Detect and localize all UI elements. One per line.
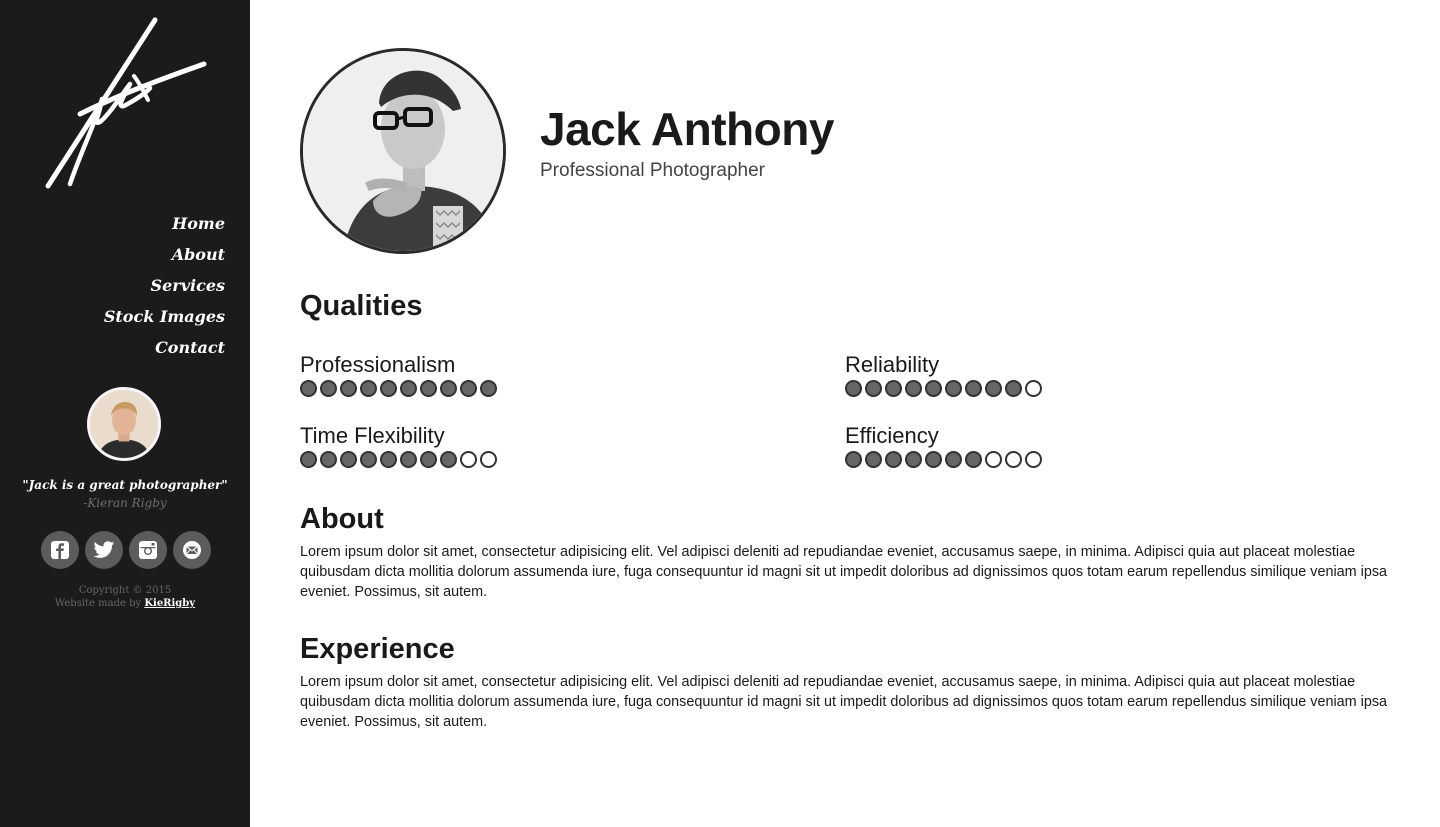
- profile-photo: [300, 48, 506, 254]
- qualities-title: Qualities: [300, 290, 423, 322]
- rating-dot-filled: [480, 380, 497, 397]
- rating-dot-filled: [885, 451, 902, 468]
- instagram-icon: [139, 541, 157, 559]
- footer-copyright: Copyright © 2015 Website made by KieRigb…: [0, 584, 250, 610]
- rating-dot-filled: [420, 451, 437, 468]
- quality-label: Reliability: [845, 352, 940, 377]
- rating-dot-filled: [400, 380, 417, 397]
- testimonial-quote: "Jack is a great photographer": [22, 478, 228, 492]
- profile-tagline: Professional Photographer: [540, 160, 765, 181]
- quality-time-flexibility: Time Flexibility: [300, 423, 497, 468]
- rating-dots: [300, 451, 497, 468]
- rating-dot-filled: [925, 380, 942, 397]
- testimonial-avatar: [87, 387, 161, 461]
- rating-dot-filled: [400, 451, 417, 468]
- rating-dot-filled: [340, 380, 357, 397]
- quality-label: Time Flexibility: [300, 423, 445, 448]
- twitter-icon: [93, 541, 115, 558]
- testimonial-author: -Kieran Rigby: [83, 496, 167, 510]
- experience-text: Lorem ipsum dolor sit amet, consectetur …: [300, 674, 1388, 730]
- rating-dot-filled: [380, 380, 397, 397]
- main-nav: Home About Services Stock Images Contact: [104, 210, 225, 365]
- rating-dot-filled: [360, 451, 377, 468]
- about-text: Lorem ipsum dolor sit amet, consectetur …: [300, 544, 1388, 600]
- rating-dot-filled: [320, 451, 337, 468]
- quality-label: Professionalism: [300, 352, 456, 377]
- rating-dot-filled: [925, 451, 942, 468]
- rating-dot-filled: [865, 380, 882, 397]
- rating-dot-empty: [985, 451, 1002, 468]
- rating-dot-filled: [420, 380, 437, 397]
- author-link[interactable]: KieRigby: [144, 598, 195, 609]
- rating-dot-filled: [320, 380, 337, 397]
- email-icon: [183, 541, 201, 559]
- quality-label: Efficiency: [845, 423, 939, 448]
- facebook-icon: [51, 541, 69, 559]
- instagram-button[interactable]: [129, 531, 167, 569]
- made-by-prefix: Website made by: [54, 598, 142, 609]
- rating-dot-empty: [1005, 451, 1022, 468]
- facebook-button[interactable]: [41, 531, 79, 569]
- rating-dots: [845, 451, 1042, 468]
- nav-contact[interactable]: Contact: [104, 334, 225, 365]
- rating-dot-filled: [300, 380, 317, 397]
- rating-dot-filled: [440, 380, 457, 397]
- rating-dot-filled: [300, 451, 317, 468]
- quality-reliability: Reliability: [845, 352, 1042, 397]
- rating-dot-filled: [845, 380, 862, 397]
- rating-dots: [845, 380, 1042, 397]
- quality-efficiency: Efficiency: [845, 423, 1042, 468]
- rating-dot-filled: [905, 451, 922, 468]
- rating-dot-filled: [1005, 380, 1022, 397]
- signature-logo[interactable]: [40, 14, 215, 194]
- nav-services[interactable]: Services: [104, 272, 225, 303]
- profile-name: Jack Anthony: [540, 103, 834, 155]
- rating-dot-empty: [460, 451, 477, 468]
- rating-dot-filled: [845, 451, 862, 468]
- rating-dot-filled: [945, 380, 962, 397]
- rating-dot-filled: [945, 451, 962, 468]
- rating-dot-filled: [985, 380, 1002, 397]
- rating-dot-filled: [360, 380, 377, 397]
- nav-home[interactable]: Home: [104, 210, 225, 241]
- twitter-button[interactable]: [85, 531, 123, 569]
- rating-dot-filled: [885, 380, 902, 397]
- experience-title: Experience: [300, 633, 455, 665]
- rating-dot-empty: [480, 451, 497, 468]
- rating-dot-empty: [1025, 380, 1042, 397]
- rating-dot-filled: [340, 451, 357, 468]
- nav-stock-images[interactable]: Stock Images: [104, 303, 225, 334]
- made-by-line: Website made by KieRigby: [0, 597, 250, 610]
- rating-dot-filled: [905, 380, 922, 397]
- rating-dot-empty: [1025, 451, 1042, 468]
- nav-about[interactable]: About: [104, 241, 225, 272]
- quality-professionalism: Professionalism: [300, 352, 497, 397]
- copyright-text: Copyright © 2015: [78, 585, 172, 596]
- sidebar: Home About Services Stock Images Contact…: [0, 0, 250, 827]
- rating-dot-filled: [440, 451, 457, 468]
- rating-dots: [300, 380, 497, 397]
- social-links: [41, 531, 211, 569]
- about-title: About: [300, 503, 384, 535]
- email-button[interactable]: [173, 531, 211, 569]
- rating-dot-filled: [965, 380, 982, 397]
- rating-dot-filled: [380, 451, 397, 468]
- rating-dot-filled: [460, 380, 477, 397]
- rating-dot-filled: [965, 451, 982, 468]
- rating-dot-filled: [865, 451, 882, 468]
